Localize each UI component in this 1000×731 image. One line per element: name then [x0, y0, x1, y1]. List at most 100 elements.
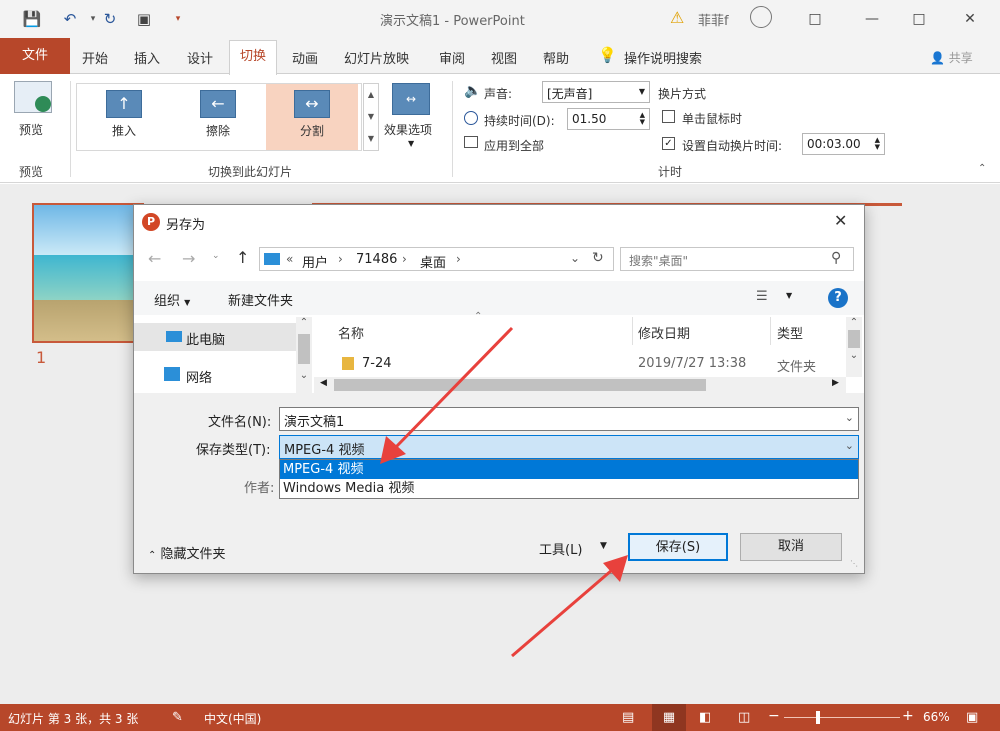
new-folder-button[interactable]: 新建文件夹	[228, 290, 293, 309]
transition-push-label: 推入	[111, 124, 136, 138]
nav-item-network[interactable]: 网络	[134, 361, 296, 389]
dropdown-option-mp4[interactable]: MPEG-4 视频	[280, 460, 858, 479]
tools-dropdown-icon[interactable]: ▼	[600, 541, 607, 551]
normal-view-icon[interactable]: ▤	[622, 710, 634, 725]
spinner-icon[interactable]: ▲ ▼	[875, 137, 880, 151]
author-label: 作者:	[244, 481, 275, 496]
maximize-icon[interactable]: □	[904, 6, 934, 32]
gallery-scroll[interactable]: ▲ ▼ ▼	[363, 83, 379, 151]
tab-home[interactable]: 开始	[82, 48, 108, 67]
zoom-slider-thumb[interactable]	[816, 711, 820, 724]
undo-icon[interactable]: ↶	[60, 9, 80, 29]
tab-file[interactable]: 文件	[0, 38, 70, 74]
zoom-level[interactable]: 66%	[923, 710, 950, 724]
spinner-icon[interactable]: ▲ ▼	[640, 112, 645, 126]
save-icon[interactable]: 💾	[22, 9, 42, 29]
collapse-ribbon-icon[interactable]: ⌃	[978, 163, 986, 174]
transition-wipe[interactable]: ← 擦除	[172, 84, 264, 150]
tab-view[interactable]: 视图	[491, 48, 517, 67]
transition-split[interactable]: ↔ 分割	[266, 84, 358, 150]
refresh-icon[interactable]: ↻	[592, 250, 604, 266]
cancel-button[interactable]: 取消	[740, 533, 842, 561]
hide-folders-button[interactable]: ⌃ 隐藏文件夹	[148, 543, 226, 562]
sound-label: 声音:	[484, 87, 513, 101]
nav-scrollbar[interactable]: ⌃ ⌄	[296, 317, 312, 393]
tab-animations[interactable]: 动画	[292, 48, 318, 67]
warning-icon[interactable]: ⚠	[670, 8, 684, 27]
avatar-icon[interactable]	[750, 6, 772, 28]
tab-help[interactable]: 帮助	[543, 48, 569, 67]
view-options-icon[interactable]: ☰	[756, 289, 768, 304]
path-segment-user[interactable]: 71486	[356, 252, 397, 267]
tab-insert[interactable]: 插入	[134, 48, 160, 67]
chevron-down-icon[interactable]: ⌄	[845, 411, 854, 424]
folder-icon	[342, 357, 354, 370]
notes-icon[interactable]: ✎	[172, 710, 183, 725]
tab-transitions[interactable]: 切换	[229, 40, 277, 75]
dropdown-option-wmv[interactable]: Windows Media 视频	[280, 479, 858, 498]
table-row[interactable]: 7-24 2019/7/27 13:38 文件夹	[314, 353, 846, 375]
nav-item-this-pc[interactable]: 此电脑	[134, 323, 296, 351]
after-checkbox[interactable]: ✓	[662, 137, 675, 150]
preview-icon[interactable]	[14, 81, 52, 113]
customize-qat-icon[interactable]: ▾	[168, 9, 188, 29]
tab-slideshow[interactable]: 幻灯片放映	[344, 48, 409, 67]
zoom-slider[interactable]	[784, 717, 900, 718]
filename-input[interactable]: 演示文稿1 ⌄	[279, 407, 859, 431]
path-dropdown-icon[interactable]: ⌄	[570, 251, 580, 265]
tab-review[interactable]: 审阅	[439, 48, 465, 67]
forward-arrow-icon[interactable]: →	[182, 249, 195, 268]
slide-sorter-view-icon[interactable]: ▦	[652, 704, 686, 731]
close-window-icon[interactable]: ✕	[955, 6, 985, 32]
column-type[interactable]: 类型	[777, 323, 803, 342]
search-input[interactable]: 搜索"桌面" ⚲	[620, 247, 854, 271]
chevron-down-icon[interactable]: ⌄	[845, 439, 854, 452]
tools-button[interactable]: 工具(L)	[539, 539, 582, 558]
effect-options-label[interactable]: 效果选项	[384, 121, 432, 138]
navigation-pane: 此电脑 网络 ⌃ ⌄	[134, 317, 312, 393]
horizontal-scrollbar[interactable]: ◀ ▶	[314, 377, 846, 393]
effect-options-icon[interactable]: ↔	[392, 83, 430, 115]
column-name[interactable]: 名称	[338, 323, 364, 342]
tell-me-search[interactable]: 操作说明搜索	[624, 48, 702, 67]
sound-select[interactable]: [无声音] ▼	[542, 81, 650, 103]
tab-design[interactable]: 设计	[187, 48, 213, 67]
back-arrow-icon[interactable]: ←	[148, 249, 161, 268]
fit-to-window-icon[interactable]: ▣	[966, 710, 978, 725]
organize-button[interactable]: 组织 ▼	[154, 290, 190, 309]
zoom-out-icon[interactable]: −	[768, 708, 780, 724]
present-icon[interactable]: ▣	[134, 9, 154, 29]
save-button[interactable]: 保存(S)	[628, 533, 728, 561]
resize-grip-icon[interactable]: ⋱	[850, 559, 858, 568]
slide-thumbnail[interactable]	[32, 203, 144, 343]
transition-push[interactable]: ↑ 推入	[78, 84, 170, 150]
on-click-checkbox[interactable]	[662, 110, 675, 123]
effect-options-dropdown-icon[interactable]: ▼	[408, 139, 414, 148]
help-icon[interactable]: ?	[828, 288, 848, 308]
preview-button-label[interactable]: 预览	[19, 121, 43, 138]
filetype-dropdown: MPEG-4 视频 Windows Media 视频	[279, 459, 859, 499]
filetype-select[interactable]: MPEG-4 视频 ⌄	[279, 435, 859, 459]
address-bar[interactable]: « 用户 › 71486 › 桌面 › ⌄ ↻	[259, 247, 614, 271]
recent-dropdown-icon[interactable]: ⌄	[212, 251, 220, 261]
reading-view-icon[interactable]: ◧	[699, 710, 711, 725]
vertical-scrollbar[interactable]: ⌃ ⌄	[846, 317, 862, 377]
share-button[interactable]: 👤 共享	[930, 49, 973, 66]
path-segment-desktop[interactable]: 桌面	[420, 252, 446, 271]
dialog-close-icon[interactable]: ✕	[834, 211, 847, 230]
redo-icon[interactable]: ↻	[100, 9, 120, 29]
language-status[interactable]: 中文(中国)	[204, 710, 261, 727]
path-overflow[interactable]: «	[286, 252, 293, 266]
after-time-input[interactable]: 00:03.00 ▲ ▼	[802, 133, 885, 155]
view-dropdown-icon[interactable]: ▼	[786, 291, 792, 300]
minimize-icon[interactable]: —	[857, 6, 887, 32]
column-date[interactable]: 修改日期	[638, 323, 690, 342]
up-arrow-icon[interactable]: ↑	[236, 248, 249, 267]
duration-input[interactable]: 01.50 ▲ ▼	[567, 108, 650, 130]
slideshow-view-icon[interactable]: ◫	[738, 710, 750, 725]
apply-all-button[interactable]: 应用到全部	[484, 137, 544, 154]
ribbon-display-icon[interactable]: □	[800, 6, 830, 32]
user-name[interactable]: 菲菲f	[698, 10, 729, 29]
zoom-in-icon[interactable]: +	[902, 708, 914, 724]
path-segment-users[interactable]: 用户	[302, 252, 328, 271]
